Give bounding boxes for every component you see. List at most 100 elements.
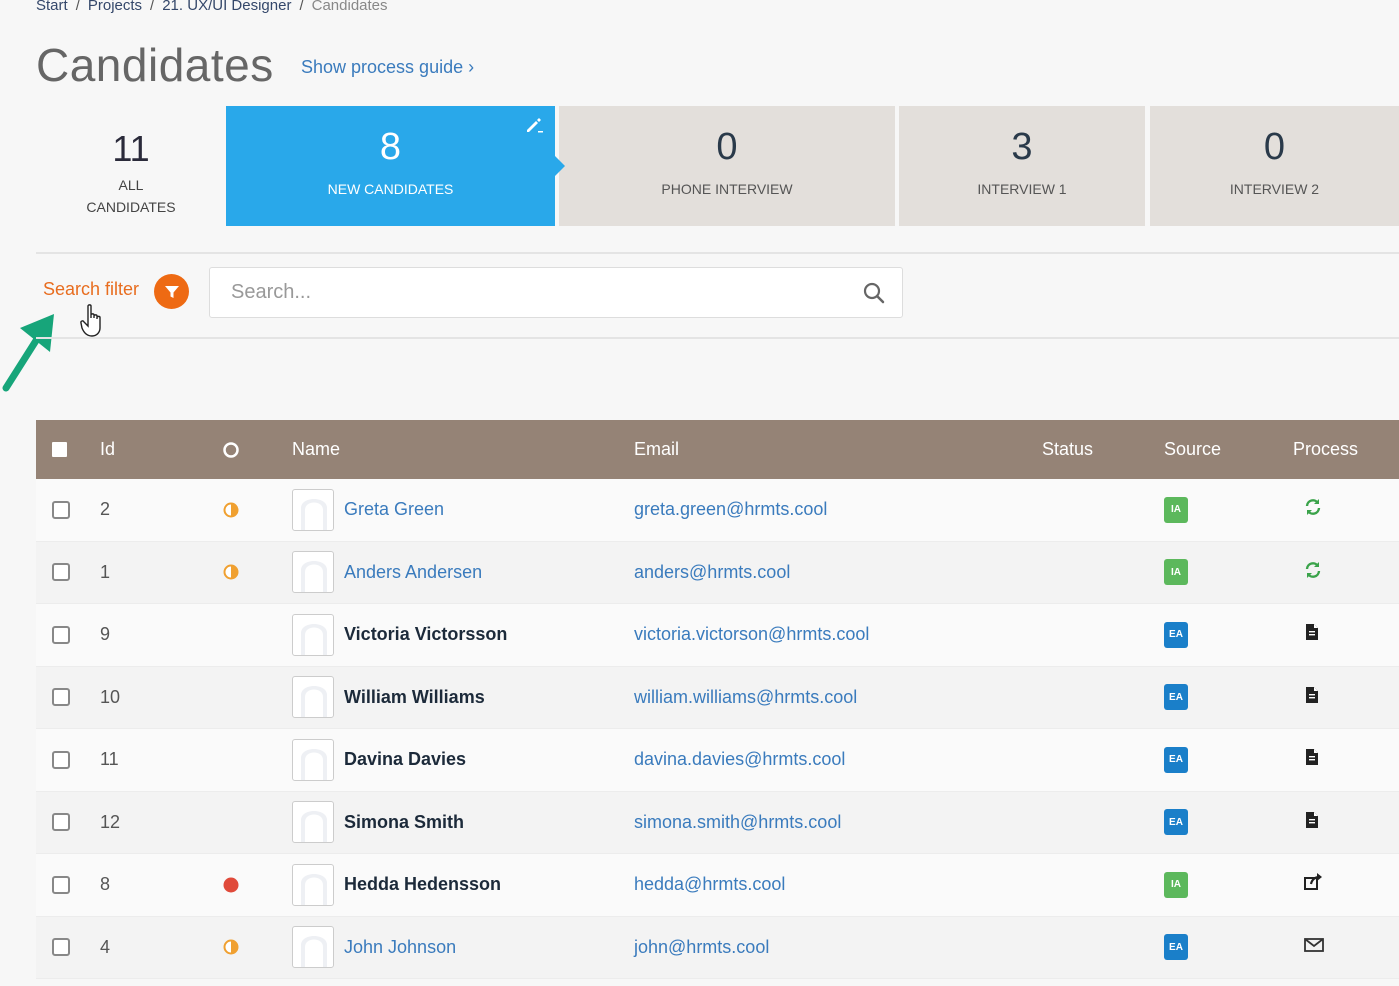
document-icon[interactable] [1303, 685, 1321, 710]
stage-phone-interview[interactable]: 0 PHONE INTERVIEW [559, 106, 895, 226]
source-cell: EA [1164, 809, 1293, 836]
header-status[interactable]: Status [1042, 439, 1164, 460]
divider [36, 252, 1399, 254]
breadcrumb: Start / Projects / 21. UX/UI Designer / … [36, 0, 388, 14]
status-indicator [222, 501, 292, 519]
candidate-email[interactable]: victoria.victorson@hrmts.cool [634, 624, 1042, 645]
table-row[interactable]: 12 Simona Smith simona.smith@hrmts.cool EA [36, 791, 1399, 854]
stage-interview-2[interactable]: 0 INTERVIEW 2 [1150, 106, 1399, 226]
stage-count: 3 [1011, 126, 1033, 168]
stage-label-line: ALL [118, 177, 144, 193]
header-id[interactable]: Id [84, 439, 222, 460]
avatar [292, 551, 334, 594]
pencil-icon[interactable] [525, 116, 543, 134]
row-checkbox-cell [36, 750, 84, 769]
row-checkbox[interactable] [52, 875, 70, 894]
search-filter-label[interactable]: Search filter [43, 279, 139, 300]
table-row[interactable]: 4 John Johnson john@hrmts.cool EA [36, 916, 1399, 979]
candidate-name[interactable]: John Johnson [344, 937, 456, 958]
show-process-guide-link[interactable]: Show process guide › [301, 57, 474, 78]
row-checkbox[interactable] [52, 563, 70, 582]
table-row[interactable]: 9 Victoria Victorsson victoria.victorson@h… [36, 604, 1399, 667]
source-cell: EA [1164, 621, 1293, 648]
row-checkbox[interactable] [52, 813, 70, 832]
breadcrumb-projects[interactable]: Projects [88, 0, 142, 14]
row-checkbox-cell [36, 563, 84, 582]
status-indicator [222, 938, 292, 956]
source-badge: IA [1164, 871, 1188, 898]
document-icon[interactable] [1303, 810, 1321, 835]
process-cell [1293, 810, 1399, 835]
candidate-name[interactable]: Simona Smith [344, 812, 464, 833]
annotation-arrow-icon [2, 314, 54, 392]
status-indicator [222, 563, 292, 581]
refresh-icon[interactable] [1303, 497, 1323, 522]
pipeline-stages: 11 ALL CANDIDATES 8 NEW CANDIDATES 0 PHO… [36, 106, 1399, 226]
candidate-email[interactable]: anders@hrmts.cool [634, 562, 1042, 583]
stage-interview-1[interactable]: 3 INTERVIEW 1 [899, 106, 1145, 226]
row-checkbox[interactable] [52, 938, 70, 957]
avatar [292, 676, 334, 719]
stage-all-candidates[interactable]: 11 ALL CANDIDATES [36, 106, 226, 226]
candidate-name[interactable]: Victoria Victorsson [344, 624, 507, 645]
header-indicator[interactable] [222, 441, 292, 459]
document-icon[interactable] [1303, 747, 1321, 772]
avatar [292, 613, 334, 656]
table-row[interactable]: 2 Greta Green greta.green@hrmts.cool IA [36, 479, 1399, 542]
candidate-email[interactable]: john@hrmts.cool [634, 937, 1042, 958]
row-checkbox[interactable] [52, 688, 70, 707]
source-cell: EA [1164, 934, 1293, 961]
candidate-id: 8 [100, 874, 111, 895]
breadcrumb-project[interactable]: 21. UX/UI Designer [162, 0, 291, 14]
status-indicator [222, 876, 292, 894]
candidate-name[interactable]: William Williams [344, 687, 485, 708]
header-email[interactable]: Email [634, 439, 1042, 460]
table-row[interactable]: 10 William Williams william.williams@hrmts… [36, 666, 1399, 729]
refresh-icon[interactable] [1303, 560, 1323, 585]
row-checkbox-cell [36, 813, 84, 832]
candidate-email[interactable]: simona.smith@hrmts.cool [634, 812, 1042, 833]
search-input[interactable] [210, 268, 830, 317]
header-checkbox-cell [36, 442, 84, 457]
row-checkbox[interactable] [52, 625, 70, 644]
table-row[interactable]: 1 Anders Andersen anders@hrmts.cool IA [36, 541, 1399, 604]
stage-label: ALL CANDIDATES [36, 174, 226, 218]
process-cell [1293, 560, 1399, 585]
table-row[interactable]: 8 Hedda Hedensson hedda@hrmts.cool IA [36, 854, 1399, 917]
breadcrumb-separator: / [299, 0, 304, 14]
candidate-name-cell: Davina Davies [292, 738, 634, 781]
filter-button[interactable] [154, 274, 189, 309]
process-cell [1293, 685, 1399, 710]
row-checkbox[interactable] [52, 500, 70, 519]
row-checkbox[interactable] [52, 750, 70, 769]
select-all-checkbox[interactable] [52, 442, 67, 457]
candidate-name[interactable]: Greta Green [344, 499, 444, 520]
table-body: 2 Greta Green greta.green@hrmts.cool IA 1 And… [36, 479, 1399, 979]
source-badge: IA [1164, 496, 1188, 523]
candidate-email[interactable]: hedda@hrmts.cool [634, 874, 1042, 895]
source-cell: IA [1164, 559, 1293, 586]
candidate-name-cell: John Johnson [292, 926, 634, 969]
candidate-name[interactable]: Hedda Hedensson [344, 874, 501, 895]
breadcrumb-start[interactable]: Start [36, 0, 68, 14]
header-source[interactable]: Source [1164, 439, 1293, 460]
header-process[interactable]: Process [1293, 439, 1399, 460]
avatar [292, 863, 334, 906]
envelope-icon[interactable] [1303, 936, 1325, 959]
candidate-name[interactable]: Anders Andersen [344, 562, 482, 583]
search-icon[interactable] [862, 281, 886, 305]
document-icon[interactable] [1303, 622, 1321, 647]
stage-new-candidates[interactable]: 8 NEW CANDIDATES [226, 106, 565, 226]
avatar [292, 488, 334, 531]
stage-label: INTERVIEW 2 [1229, 181, 1320, 197]
avatar [292, 738, 334, 781]
candidate-email[interactable]: davina.davies@hrmts.cool [634, 749, 1042, 770]
candidate-name[interactable]: Davina Davies [344, 749, 466, 770]
table-row[interactable]: 11 Davina Davies davina.davies@hrmts.cool E… [36, 729, 1399, 792]
candidate-name-cell: Greta Green [292, 488, 634, 531]
header-name[interactable]: Name [292, 439, 634, 460]
stage-arrow [555, 156, 565, 176]
candidate-email[interactable]: william.williams@hrmts.cool [634, 687, 1042, 708]
candidate-email[interactable]: greta.green@hrmts.cool [634, 499, 1042, 520]
share-icon[interactable] [1303, 872, 1323, 897]
